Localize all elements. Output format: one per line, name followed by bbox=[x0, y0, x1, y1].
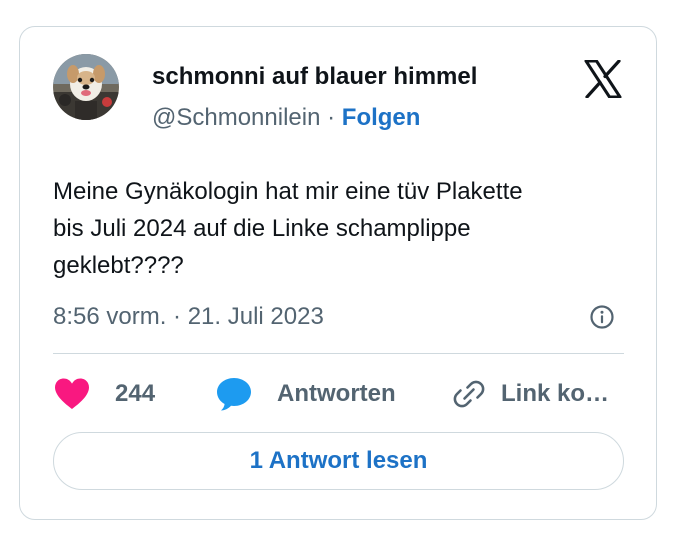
author-handle[interactable]: @Schmonnilein bbox=[152, 104, 320, 131]
link-icon bbox=[453, 380, 485, 408]
speech-bubble-icon bbox=[217, 378, 251, 411]
author-display-name[interactable]: schmonni auf blauer himmel bbox=[152, 63, 477, 91]
handle-separator: · bbox=[320, 104, 342, 131]
author-handle-row: @Schmonnilein · Folgen bbox=[152, 104, 420, 132]
x-logo-icon[interactable] bbox=[583, 60, 623, 98]
copy-link-button[interactable]: Link ko… bbox=[453, 376, 609, 412]
read-replies-button[interactable]: 1 Antwort lesen bbox=[53, 432, 624, 490]
avatar[interactable] bbox=[53, 54, 119, 120]
tweet-embed-card: schmonni auf blauer himmel @Schmonnilein… bbox=[19, 26, 657, 520]
heart-icon bbox=[55, 378, 89, 409]
follow-button[interactable]: Folgen bbox=[342, 104, 421, 131]
reply-button[interactable]: Antworten bbox=[215, 376, 396, 412]
info-icon[interactable] bbox=[589, 304, 615, 330]
copy-link-label: Link ko… bbox=[501, 380, 610, 407]
reply-label: Antworten bbox=[277, 380, 396, 407]
tweet-timestamp[interactable]: 8:56 vorm. · 21. Juli 2023 bbox=[53, 302, 324, 332]
like-button[interactable]: 244 bbox=[53, 376, 155, 412]
tweet-text: Meine Gynäkologin hat mir eine tüv Plake… bbox=[53, 178, 523, 279]
like-count: 244 bbox=[115, 380, 156, 407]
divider bbox=[53, 353, 624, 354]
